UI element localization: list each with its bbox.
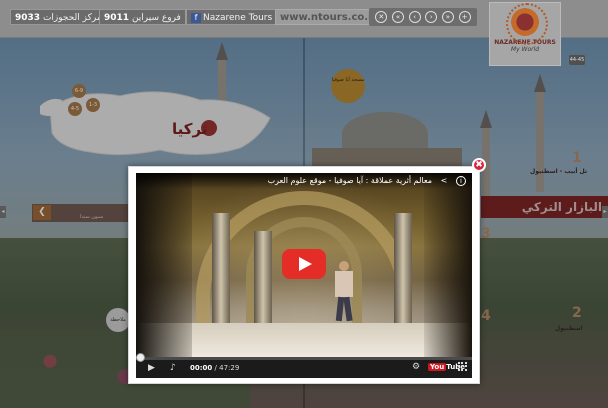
reservation-center-number: 9033	[15, 13, 41, 23]
branches-label: فروع سيراين	[131, 13, 181, 23]
first-page-icon[interactable]: «	[391, 11, 404, 23]
scrubber-handle[interactable]	[136, 353, 145, 362]
info-icon[interactable]: i	[456, 176, 466, 186]
facebook-icon: f	[191, 13, 201, 23]
facebook-link[interactable]: f Nazarene Tours	[186, 9, 278, 25]
person-walking	[333, 261, 355, 323]
video-title[interactable]: معالم أثرية عملاقة : آيا صوفيا - موقع عل…	[268, 176, 432, 185]
youtube-player[interactable]: معالم أثرية عملاقة : آيا صوفيا - موقع عل…	[136, 173, 472, 378]
close-icon[interactable]: ✕	[375, 11, 388, 23]
next-page-icon[interactable]: ›	[425, 11, 438, 23]
youtube-logo-you: You	[428, 363, 447, 371]
progress-bar[interactable]	[136, 357, 472, 360]
sun-logo-icon	[506, 3, 548, 45]
top-toolbar: مركز الحجوزات 9033 فروع سيراين 9011 f Naz…	[0, 0, 608, 66]
current-time: 00:00	[190, 364, 213, 372]
prev-page-icon[interactable]: ‹	[408, 11, 421, 23]
website-url[interactable]: www.ntours.co.il	[275, 9, 380, 25]
page-number: 44-45	[569, 55, 585, 65]
play-button[interactable]	[282, 249, 326, 279]
reservation-center[interactable]: مركز الحجوزات 9033	[10, 9, 107, 25]
branches-number: 9011	[104, 13, 130, 23]
time-display: 00:00 / 47:29	[190, 364, 239, 372]
reservation-center-label: مركز الحجوزات	[42, 13, 102, 23]
share-icon[interactable]: <	[439, 176, 449, 186]
zoom-icon[interactable]: +	[458, 11, 471, 23]
flipbook-nav: ✕ « ‹ › » +	[369, 8, 477, 26]
play-icon[interactable]: ▶	[148, 363, 155, 374]
flipbook-page: 6-9 4-5 1-3 تركيا مسجد أيا صوفيا البازار…	[0, 0, 608, 408]
modal-close-button[interactable]: ✖	[472, 158, 486, 172]
facebook-label: Nazarene Tours	[203, 13, 273, 23]
settings-gear-icon[interactable]: ⚙	[412, 362, 420, 372]
last-page-icon[interactable]: »	[441, 11, 454, 23]
player-controls	[136, 357, 472, 378]
brand-logo[interactable]: NAZARENE TOURS My World	[489, 2, 561, 66]
logo-tagline: My World	[510, 46, 540, 53]
duration: 47:29	[219, 364, 240, 372]
branches-pill[interactable]: فروع سيراين 9011	[99, 9, 186, 25]
fullscreen-icon[interactable]	[458, 362, 467, 371]
volume-icon[interactable]: ♪	[170, 363, 176, 374]
